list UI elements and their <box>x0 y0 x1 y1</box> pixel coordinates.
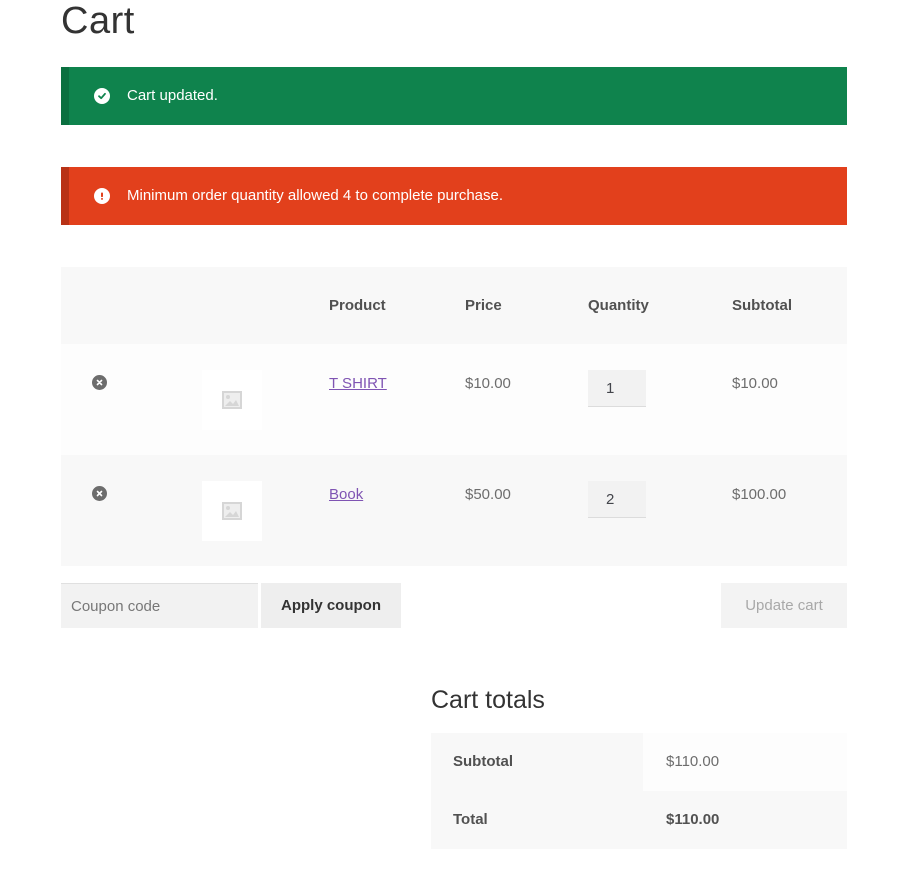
total-label: Total <box>453 811 488 828</box>
product-thumbnail[interactable] <box>202 370 262 430</box>
product-column-header: Product <box>329 297 386 314</box>
quantity-input[interactable] <box>588 481 646 518</box>
success-notice: Cart updated. <box>61 67 847 125</box>
update-cart-button[interactable]: Update cart <box>721 583 847 628</box>
product-name-link[interactable]: T SHIRT <box>329 375 387 392</box>
cart-item-row: T SHIRT $10.00 $10.00 <box>61 344 847 455</box>
totals-total-row: Total $110.00 <box>431 791 847 849</box>
remove-item-icon[interactable] <box>92 375 107 390</box>
cart-table: Product Price Quantity Subtotal T SHIRT … <box>61 267 847 566</box>
total-value: $110.00 <box>666 811 720 828</box>
remove-item-icon[interactable] <box>92 486 107 501</box>
quantity-input[interactable] <box>588 370 646 407</box>
totals-subtotal-row: Subtotal $110.00 <box>431 733 847 791</box>
quantity-column-header: Quantity <box>588 297 649 314</box>
notice-accent-bar <box>61 67 69 125</box>
image-placeholder-icon <box>222 502 242 520</box>
subtotal-label: Subtotal <box>453 753 513 770</box>
cart-item-row: Book $50.00 $100.00 <box>61 455 847 566</box>
subtotal-value: $110.00 <box>666 753 720 770</box>
success-notice-text: Cart updated. <box>127 87 218 104</box>
exclamation-circle-icon <box>94 188 110 204</box>
page-title: Cart <box>61 0 135 42</box>
product-price: $10.00 <box>465 375 511 392</box>
error-notice-text: Minimum order quantity allowed 4 to comp… <box>127 187 504 204</box>
image-placeholder-icon <box>222 391 242 409</box>
coupon-code-input[interactable] <box>61 583 258 628</box>
product-price: $50.00 <box>465 486 511 503</box>
price-column-header: Price <box>465 297 502 314</box>
product-thumbnail[interactable] <box>202 481 262 541</box>
product-subtotal: $100.00 <box>732 486 787 503</box>
notice-accent-bar <box>61 167 69 225</box>
apply-coupon-button[interactable]: Apply coupon <box>261 583 401 628</box>
error-notice: Minimum order quantity allowed 4 to comp… <box>61 167 847 225</box>
product-subtotal: $10.00 <box>732 375 778 392</box>
cart-table-header: Product Price Quantity Subtotal <box>61 267 847 344</box>
cart-totals-title: Cart totals <box>431 686 545 714</box>
cart-totals-table: Subtotal $110.00 Total $110.00 <box>431 733 847 849</box>
product-name-link[interactable]: Book <box>329 486 363 503</box>
subtotal-column-header: Subtotal <box>732 297 792 314</box>
check-circle-icon <box>94 88 110 104</box>
